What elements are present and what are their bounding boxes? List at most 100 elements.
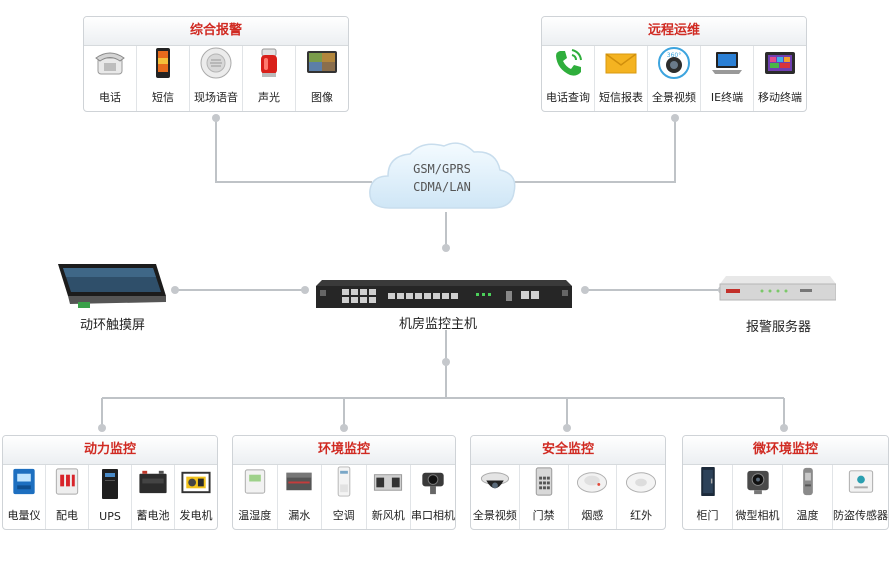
item-sms[interactable]: 短信 (137, 46, 190, 111)
item-smoke-detector[interactable]: 烟感 (569, 465, 618, 529)
touch-screen-icon[interactable] (52, 260, 170, 312)
svg-text:360°: 360° (667, 52, 681, 59)
panel-title: 环境监控 (233, 436, 455, 465)
item-access-control[interactable]: 门禁 (520, 465, 569, 529)
item-power-meter[interactable]: 电量仪 (3, 465, 46, 529)
item-label: UPS (99, 510, 121, 523)
panel-title: 动力监控 (3, 436, 217, 465)
power-meter-icon (13, 468, 35, 495)
phone-call-icon (556, 49, 582, 76)
item-label: 现场语音 (194, 91, 238, 104)
item-label: 烟感 (581, 509, 604, 522)
serial-camera-icon (422, 472, 444, 495)
cloud-icon (369, 142, 516, 209)
item-mobile-terminal[interactable]: 移动终端 (754, 46, 806, 111)
environment-monitoring-panel: 环境监控 温湿度 漏水 空调 新风机 串口相机 (232, 435, 456, 530)
item-label: 温湿度 (238, 509, 272, 522)
monitor-image-icon (307, 51, 337, 73)
item-temperature[interactable]: 温度 (783, 465, 833, 529)
item-ups[interactable]: UPS (89, 465, 132, 529)
infrared-detector-icon (626, 472, 657, 493)
item-mini-camera[interactable]: 微型相机 (733, 465, 783, 529)
item-label: 串口相机 (411, 509, 455, 522)
cabinet-icon (700, 466, 715, 497)
mini-camera-icon (746, 470, 769, 495)
item-label: IE终端 (710, 91, 744, 104)
alarm-server-icon[interactable] (718, 274, 836, 306)
mobile-phone-icon (156, 48, 170, 78)
item-label: 图像 (311, 91, 333, 104)
tablet-icon (765, 52, 795, 74)
security-monitoring-panel: 安全监控 全景视频 门禁 烟感 红外 (470, 435, 666, 530)
item-ie-terminal[interactable]: IE终端 (701, 46, 754, 111)
item-label: 短信 (152, 91, 174, 104)
laptop-icon (712, 52, 742, 74)
item-label: 柜门 (696, 509, 719, 522)
item-water-leak[interactable]: 漏水 (278, 465, 322, 529)
item-label: 电量仪 (7, 509, 41, 522)
thermo-hygrometer-icon (244, 469, 265, 494)
panel-title: 微环境监控 (683, 436, 888, 465)
circuit-breaker-icon (55, 468, 79, 495)
item-label: 全景视频 (652, 91, 696, 104)
item-label: 移动终端 (758, 91, 802, 104)
access-keypad-icon (535, 467, 552, 496)
item-label: 防盗传感器 (833, 509, 888, 522)
item-cabinet-door[interactable]: 柜门 (683, 465, 733, 529)
item-label: 红外 (630, 509, 653, 522)
item-infrared[interactable]: 红外 (617, 465, 665, 529)
item-battery[interactable]: 蓄电池 (132, 465, 175, 529)
camera-360-icon: 360° (658, 47, 690, 79)
item-serial-camera[interactable]: 串口相机 (411, 465, 455, 529)
host-label: 机房监控主机 (399, 317, 478, 332)
comprehensive-alarm-panel: 综合报警 电话 短信 现场语音 声光 图像 (83, 16, 349, 112)
item-image[interactable]: 图像 (296, 46, 348, 111)
item-label: 电话查询 (546, 91, 590, 104)
item-label: 空调 (332, 509, 355, 522)
item-panorama-video[interactable]: 360° 全景视频 (648, 46, 701, 111)
item-label: 门禁 (532, 509, 555, 522)
item-label: 微型相机 (735, 509, 780, 522)
alarm-server-label: 报警服务器 (746, 320, 812, 335)
item-label: 蓄电池 (136, 509, 170, 522)
item-label: 全景视频 (472, 509, 517, 522)
item-fresh-air-unit[interactable]: 新风机 (367, 465, 411, 529)
envelope-icon (605, 53, 637, 74)
dome-camera-icon (480, 472, 509, 489)
network-line-1: GSM/GPRS (413, 162, 471, 176)
item-label: 短信报表 (599, 91, 643, 104)
fresh-air-unit-icon (374, 474, 403, 491)
monitoring-host-icon[interactable] (316, 278, 572, 310)
item-temp-humidity[interactable]: 温湿度 (233, 465, 278, 529)
item-label: 新风机 (371, 509, 405, 522)
item-onsite-voice[interactable]: 现场语音 (190, 46, 243, 111)
network-cloud: GSM/GPRS CDMA/LAN (362, 138, 522, 220)
ups-icon (102, 469, 118, 499)
item-label: 漏水 (288, 509, 311, 522)
item-label: 温度 (796, 509, 819, 522)
item-anti-theft-sensor[interactable]: 防盗传感器 (833, 465, 888, 529)
item-sms-report[interactable]: 短信报表 (595, 46, 648, 111)
remote-maintenance-panel: 远程运维 电话查询 短信报表 360° 全景视频 IE终端 移动终端 (541, 16, 807, 112)
touch-screen-label: 动环触摸屏 (80, 318, 146, 333)
item-distribution[interactable]: 配电 (46, 465, 89, 529)
panel-title: 安全监控 (471, 436, 665, 465)
battery-icon (139, 470, 167, 494)
item-generator[interactable]: 发电机 (175, 465, 217, 529)
item-phone-query[interactable]: 电话查询 (542, 46, 595, 111)
item-label: 声光 (258, 91, 280, 104)
panel-title: 远程运维 (542, 17, 806, 46)
item-air-conditioner[interactable]: 空调 (322, 465, 367, 529)
anti-theft-sensor-icon (848, 470, 873, 493)
alarm-light-icon (261, 48, 277, 77)
item-panorama-video[interactable]: 全景视频 (471, 465, 520, 529)
smoke-detector-icon (577, 472, 608, 493)
generator-icon (181, 471, 211, 494)
network-line-2: CDMA/LAN (413, 180, 471, 194)
air-conditioner-icon (337, 466, 351, 497)
panel-title: 综合报警 (84, 17, 348, 46)
item-telephone[interactable]: 电话 (84, 46, 137, 111)
temperature-sensor-icon (802, 467, 813, 496)
telephone-icon (95, 52, 125, 75)
item-sound-light[interactable]: 声光 (243, 46, 296, 111)
